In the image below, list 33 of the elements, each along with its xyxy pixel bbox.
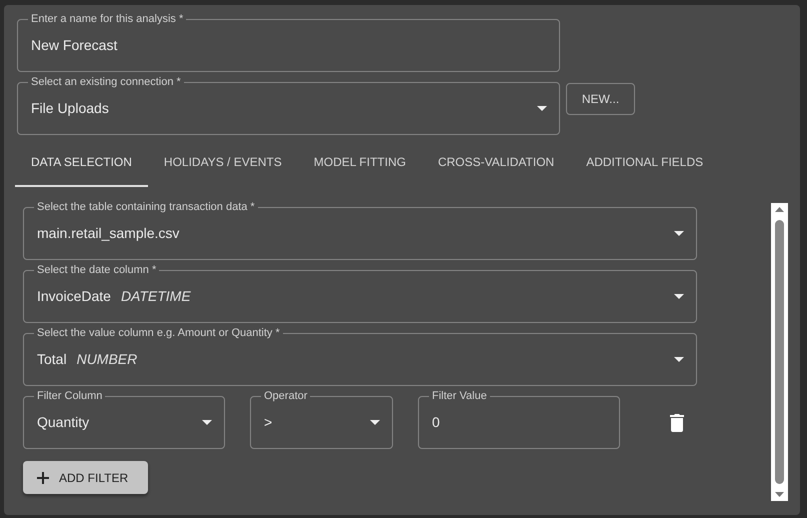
field-value: New Forecast (31, 37, 118, 53)
field-value: > (264, 414, 272, 430)
tab[interactable]: HOLIDAYS / EVENTS (148, 139, 298, 187)
input-field[interactable]: Filter Value 0 (418, 390, 620, 449)
select-field[interactable]: Operator > (250, 390, 393, 449)
field-label: Filter Column (36, 390, 104, 403)
tab[interactable]: ADDITIONAL FIELDS (570, 139, 720, 187)
field-label: Select the value column e.g. Amount or Quantity * (36, 327, 281, 340)
select-field[interactable]: Select the value column e.g. Amount or Quantity * Total NUMBER (23, 327, 697, 386)
field-value: File Uploads (31, 100, 109, 116)
tab[interactable]: DATA SELECTION (15, 139, 148, 187)
select-field[interactable]: Select the date column * InvoiceDate DATETIME (23, 264, 697, 323)
field-label: Select the table containing transaction data * (36, 201, 256, 214)
field-label: Enter a name for this analysis * (30, 13, 184, 26)
type-hint: DATETIME (120, 288, 191, 304)
field-value: main.retail_sample.csv (37, 225, 180, 241)
field-value: Total (37, 351, 67, 367)
new-button[interactable]: NEW... (566, 83, 635, 115)
field-value: Quantity (37, 414, 90, 430)
type-hint: NUMBER (76, 351, 138, 367)
select-field[interactable]: Select the table containing transaction data * main.retail_sample.csv (23, 201, 697, 260)
input-field[interactable]: Enter a name for this analysis * New Forecast (17, 13, 560, 72)
select-field[interactable]: Select an existing connection * File Uploads (17, 76, 560, 135)
tab[interactable]: MODEL FITTING (298, 139, 422, 187)
field-value: InvoiceDate (37, 288, 111, 304)
field-value: 0 (432, 414, 440, 430)
field-label: Select the date column * (36, 264, 158, 277)
select-field[interactable]: Filter Column Quantity (23, 390, 225, 449)
add-filter-button[interactable]: ADD FILTER (23, 461, 148, 494)
tab[interactable]: CROSS-VALIDATION (422, 139, 570, 187)
field-label: Filter Value (431, 390, 488, 403)
field-label: Operator (263, 390, 308, 403)
field-label: Select an existing connection * (30, 76, 182, 89)
